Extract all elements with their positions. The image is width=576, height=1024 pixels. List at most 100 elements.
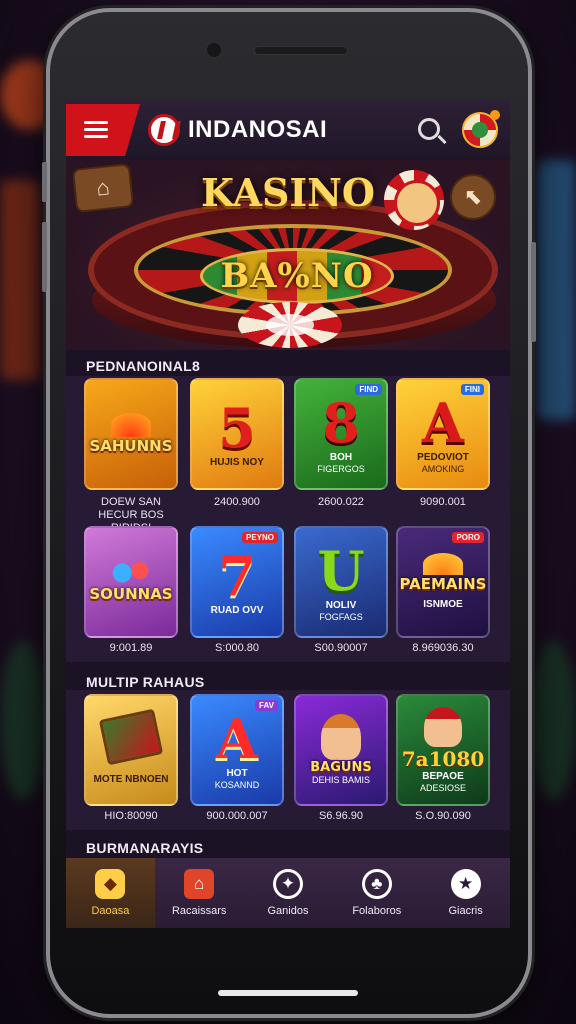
game-caption: NOLIV: [325, 599, 357, 611]
house-icon: ⌂: [184, 869, 215, 899]
game-tile[interactable]: SOUNNAS: [84, 526, 178, 638]
game-tile[interactable]: 5 HUJIS NOY: [190, 378, 284, 490]
nav-item-cards[interactable]: ♣ Folaboros: [332, 858, 421, 928]
casino-chip-icon: [238, 302, 342, 348]
background-table-left: [0, 640, 46, 800]
game-subcaption: KOSANND: [214, 779, 260, 790]
game-caption: ISNMOE: [423, 599, 463, 610]
nav-label: Ganidos: [267, 905, 309, 917]
game-amount: 8.969036.30: [412, 642, 474, 654]
home-indicator[interactable]: [218, 990, 358, 996]
game-tile[interactable]: U NOLIV FOGFAGS: [294, 526, 388, 638]
game-subcaption: FOGFAGS: [319, 611, 363, 622]
game-title: 7a1080: [401, 746, 485, 771]
phone-camera: [204, 40, 224, 60]
game-subcaption: FIGERGOS: [317, 463, 365, 474]
game-letter: U: [317, 538, 365, 603]
brand-name: INDANOSAI: [188, 116, 328, 143]
wheel-icon: ✦: [272, 869, 303, 899]
background-table-right: [530, 640, 576, 800]
search-icon[interactable]: [418, 118, 440, 140]
game-caption: RUAD OVV: [210, 605, 264, 616]
nav-item-home[interactable]: ⌂ Racaissars: [155, 858, 244, 928]
game-amount: 9:001.89: [109, 642, 153, 654]
game-subcaption: DEHIS BAMIS: [311, 775, 370, 785]
game-caption: HOT: [226, 767, 248, 779]
flame-icon: [423, 553, 463, 575]
game-subcaption: AMOKING: [421, 463, 465, 474]
phone-side-button: [531, 242, 536, 342]
game-tile[interactable]: PORO PAEMAINS ISNMOE: [396, 526, 490, 638]
game-amount: S6.96.90: [318, 810, 364, 822]
phone-side-button: [42, 162, 47, 202]
game-tag: PEYNO: [241, 532, 278, 543]
arrow-sign-icon: ⬉: [450, 174, 496, 220]
nav-item-games[interactable]: ✦ Ganidos: [244, 858, 333, 928]
nav-label: Giacris: [448, 905, 483, 917]
section-title: MULTIP RAHAUS: [86, 674, 205, 690]
game-tag: PORO: [452, 532, 484, 543]
casino-chip-icon: [384, 170, 444, 230]
bottom-nav: ◆ Daoasa ⌂ Racaissars ✦ Ganidos ♣ Folabo…: [66, 858, 510, 928]
background-slot-right: [536, 160, 576, 420]
menu-button[interactable]: [66, 104, 140, 156]
game-title: SOUNNAS: [89, 585, 173, 603]
game-caption: MOTE NBNOEN: [93, 774, 169, 785]
nav-item-rewards[interactable]: ★ Giacris: [421, 858, 510, 928]
game-tag: FIND: [355, 384, 382, 395]
game-tile[interactable]: BAGUNS DEHIS BAMIS: [294, 694, 388, 806]
game-subcaption: ADESIOSE: [419, 782, 466, 793]
app-header: INDANOSAI: [66, 100, 510, 160]
nav-label: Folaboros: [352, 905, 402, 917]
character-avatar-icon: [424, 706, 462, 747]
bag-icon: ◆: [95, 869, 126, 899]
notification-dot: [490, 110, 500, 120]
wheel-text: BA%NO: [220, 256, 374, 296]
balls-icon: [109, 561, 153, 585]
game-tag: FAV: [255, 700, 278, 711]
game-amount: 9090.001: [420, 496, 466, 508]
game-tile[interactable]: MOTE NBNOEN: [84, 694, 178, 806]
flame-icon: [111, 413, 151, 437]
game-number: 8: [322, 390, 360, 455]
game-tile[interactable]: FIND 8 BOH FIGERGOS: [294, 378, 388, 490]
phone-speaker: [254, 46, 348, 55]
game-tile[interactable]: FAV A HOT KOSANND: [190, 694, 284, 806]
phone-side-button: [42, 222, 47, 292]
hamburger-icon: [84, 121, 108, 139]
game-amount: S00.90007: [314, 642, 368, 654]
game-tile[interactable]: SAHUNNS: [84, 378, 178, 490]
game-amount: HIO:80090: [104, 810, 158, 822]
game-amount: S.O.90.090: [415, 810, 471, 822]
game-letter: A: [422, 390, 464, 455]
nav-item-deposit[interactable]: ◆ Daoasa: [66, 858, 155, 928]
game-tag: FINI: [460, 384, 484, 395]
game-caption: BEPAOE: [422, 770, 464, 782]
game-caption: BOH: [329, 451, 353, 463]
game-amount: 2400.900: [214, 496, 260, 508]
game-amount: 2600.022: [318, 496, 364, 508]
app-screen: INDANOSAI BA%NO KASINO ⌂ ⬉ PEDNANOINAL8 …: [66, 100, 510, 928]
game-amount: 900.000.007: [206, 810, 268, 822]
nav-label: Daoasa: [91, 905, 130, 917]
section-title: BURMANARAYIS: [86, 840, 204, 856]
game-caption: PEDOVIOT: [417, 451, 469, 463]
game-tile[interactable]: FINI A PEDOVIOT AMOKING: [396, 378, 490, 490]
game-tile[interactable]: PEYNO 7 RUAD OVV: [190, 526, 284, 638]
roulette-center: BA%NO: [200, 248, 394, 304]
hero-banner[interactable]: BA%NO KASINO ⌂ ⬉: [66, 160, 510, 350]
game-letter: A: [216, 706, 258, 771]
game-title: BAGUNS: [310, 760, 372, 775]
section-title: PEDNANOINAL8: [86, 358, 201, 374]
game-tile[interactable]: 7a1080 BEPAOE ADESIOSE: [396, 694, 490, 806]
game-title: PAEMAINS: [399, 575, 487, 593]
game-number: 5: [218, 396, 256, 460]
character-avatar-icon: [321, 714, 361, 760]
cards-icon: ♣: [361, 869, 392, 899]
game-title: SAHUNNS: [89, 437, 173, 455]
game-amount: S:000.80: [214, 642, 260, 654]
star-badge-icon: ★: [450, 869, 481, 899]
brand-logo-icon[interactable]: [148, 114, 180, 146]
home-sign-icon: ⌂: [71, 163, 135, 213]
game-number: 7: [218, 544, 256, 608]
